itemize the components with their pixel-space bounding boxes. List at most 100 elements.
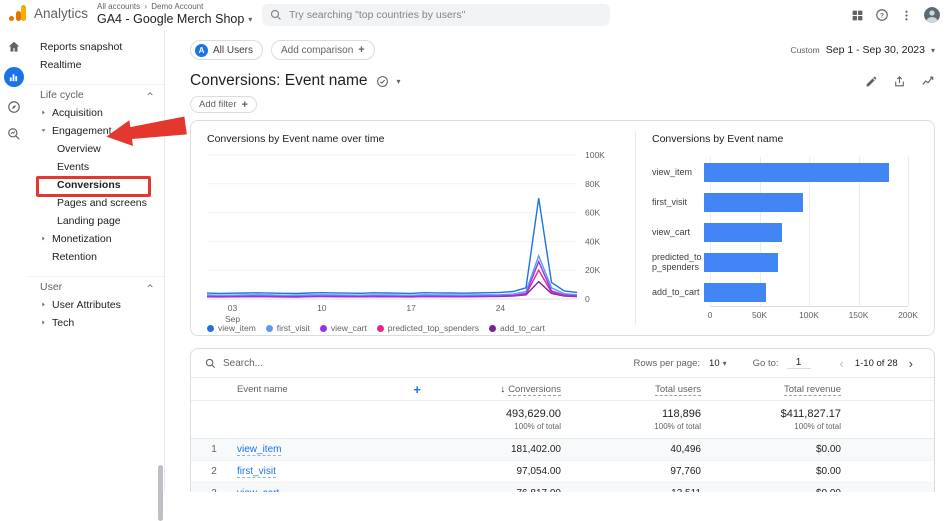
property-selector[interactable]: GA4 - Google Merch Shop ▾ <box>97 12 252 26</box>
bar-track <box>704 222 908 242</box>
nav-realtime[interactable]: Realtime <box>27 56 164 74</box>
date-range-type: Custom <box>790 45 820 55</box>
line-chart-plot[interactable]: 0 20K 40K 60K 80K 100K <box>206 150 621 304</box>
chevron-down-icon[interactable]: ▾ <box>396 77 400 86</box>
home-icon[interactable] <box>7 40 21 54</box>
cell-total-revenue: $0.00 <box>815 466 841 477</box>
explore-icon[interactable] <box>7 100 21 114</box>
advertising-icon[interactable] <box>7 127 21 141</box>
global-search[interactable] <box>262 4 610 26</box>
x-tick-label: 150K <box>848 310 869 320</box>
bar[interactable] <box>704 192 803 212</box>
go-to-page-input[interactable] <box>786 357 811 369</box>
avatar[interactable] <box>924 7 940 23</box>
table-search-input[interactable] <box>223 357 353 369</box>
breadcrumb-account[interactable]: Demo Account <box>151 2 203 11</box>
rows-per-page-select[interactable]: 10 ▾ <box>709 358 727 369</box>
nav-engagement-pages-screens[interactable]: Pages and screens <box>27 194 164 212</box>
legend-label: add_to_cart <box>499 323 545 333</box>
nav-scrollbar[interactable] <box>158 465 163 521</box>
nav-engagement[interactable]: Engagement <box>27 122 164 140</box>
reports-nav: Reports snapshot Realtime Life cycle Acq… <box>27 30 165 521</box>
column-conversions[interactable]: ↓ Conversions <box>427 383 567 396</box>
plus-icon: + <box>241 98 248 111</box>
column-total-users[interactable]: Total users <box>567 383 707 396</box>
legend-item[interactable]: add_to_cart <box>488 323 545 333</box>
nav-tech[interactable]: Tech <box>27 314 164 332</box>
chevron-up-icon <box>146 85 154 105</box>
x-tick-label: 24 <box>495 303 506 313</box>
date-range-picker[interactable]: Custom Sep 1 - Sep 30, 2023 ▾ <box>790 44 935 56</box>
chevron-down-icon: ▾ <box>930 45 935 55</box>
x-tick-label: 200K <box>898 310 918 320</box>
bar[interactable] <box>704 252 779 272</box>
share-icon[interactable] <box>893 75 906 88</box>
breadcrumb[interactable]: All accounts › Demo Account <box>97 2 252 11</box>
bar-track <box>704 192 908 212</box>
next-page-icon[interactable]: › <box>906 356 916 371</box>
nav-engagement-landing-page[interactable]: Landing page <box>27 212 164 230</box>
page-title: Conversions: Event name <box>190 72 368 89</box>
chevron-right-icon <box>40 104 47 122</box>
bar-track <box>704 252 908 272</box>
nav-reports-snapshot[interactable]: Reports snapshot <box>27 38 164 56</box>
bar[interactable] <box>704 222 783 242</box>
nav-section-user[interactable]: User <box>27 276 164 296</box>
table-row: 1 view_item 181,402.00 40,496 $0.00 <box>191 439 934 461</box>
event-name-link[interactable]: view_cart <box>237 488 280 492</box>
nav-user-attributes[interactable]: User Attributes <box>27 296 164 314</box>
breadcrumb-all-accounts[interactable]: All accounts <box>97 2 140 11</box>
check-circle-icon[interactable] <box>376 75 389 88</box>
legend-item[interactable]: view_item <box>207 323 256 333</box>
analytics-home-link[interactable]: Analytics <box>8 4 88 22</box>
add-dimension-icon[interactable]: + <box>413 382 427 397</box>
more-options-icon[interactable] <box>900 9 913 22</box>
chip-label: Add filter <box>199 99 237 110</box>
nav-retention[interactable]: Retention <box>27 248 164 266</box>
comparison-badge: A <box>195 43 208 57</box>
legend-dot-icon <box>265 324 273 332</box>
column-total-revenue[interactable]: Total revenue <box>707 383 847 396</box>
previous-page-icon[interactable]: ‹ <box>837 356 847 371</box>
event-name-link[interactable]: first_visit <box>237 466 276 478</box>
nav-label: Pages and screens <box>57 197 147 209</box>
x-tick-label: 17 <box>406 303 416 313</box>
cell-total-users: 40,496 <box>670 444 701 455</box>
nav-engagement-events[interactable]: Events <box>27 158 164 176</box>
svg-text:80K: 80K <box>585 179 600 189</box>
report-main: A All Users Add comparison + Custom Sep … <box>165 30 946 492</box>
apps-grid-icon[interactable] <box>851 9 864 22</box>
insights-icon[interactable] <box>921 74 935 88</box>
edit-report-icon[interactable] <box>865 75 878 88</box>
column-event-name[interactable]: Event name <box>237 384 288 395</box>
bar-chart: view_item first_visit view_cart predicted_t… <box>652 157 920 307</box>
add-filter-button[interactable]: Add filter + <box>190 96 257 113</box>
nav-engagement-conversions[interactable]: Conversions <box>27 176 164 194</box>
bar[interactable] <box>704 282 767 302</box>
add-comparison-button[interactable]: Add comparison + <box>271 40 375 60</box>
header-actions: ? <box>851 0 940 30</box>
table-search[interactable] <box>205 357 353 369</box>
nav-monetization[interactable]: Monetization <box>27 230 164 248</box>
nav-acquisition[interactable]: Acquisition <box>27 104 164 122</box>
report-actions <box>865 74 935 88</box>
events-table-card: Rows per page: 10 ▾ Go to: ‹ 1-10 of 28 … <box>190 348 935 492</box>
nav-label: Events <box>57 161 90 173</box>
chevron-down-icon: ▾ <box>722 358 727 368</box>
legend-item[interactable]: view_cart <box>319 323 367 333</box>
bar[interactable] <box>704 162 890 182</box>
all-users-chip[interactable]: A All Users <box>190 40 264 60</box>
table-header-row: Event name + ↓ Conversions Total users To… <box>191 377 934 401</box>
legend-item[interactable]: first_visit <box>265 323 310 333</box>
nav-section-lifecycle[interactable]: Life cycle <box>27 84 164 104</box>
nav-engagement-overview[interactable]: Overview <box>27 140 164 158</box>
chevron-right-icon <box>40 230 47 248</box>
global-search-input[interactable] <box>289 9 602 21</box>
event-name-link[interactable]: view_item <box>237 444 282 456</box>
legend-item[interactable]: predicted_top_spenders <box>376 323 479 333</box>
pagination-range: 1-10 of 28 <box>854 357 898 369</box>
x-tick-label: 10 <box>317 303 327 313</box>
help-icon[interactable]: ? <box>875 8 889 22</box>
reports-icon[interactable] <box>3 67 24 87</box>
nav-label: Engagement <box>52 125 112 137</box>
